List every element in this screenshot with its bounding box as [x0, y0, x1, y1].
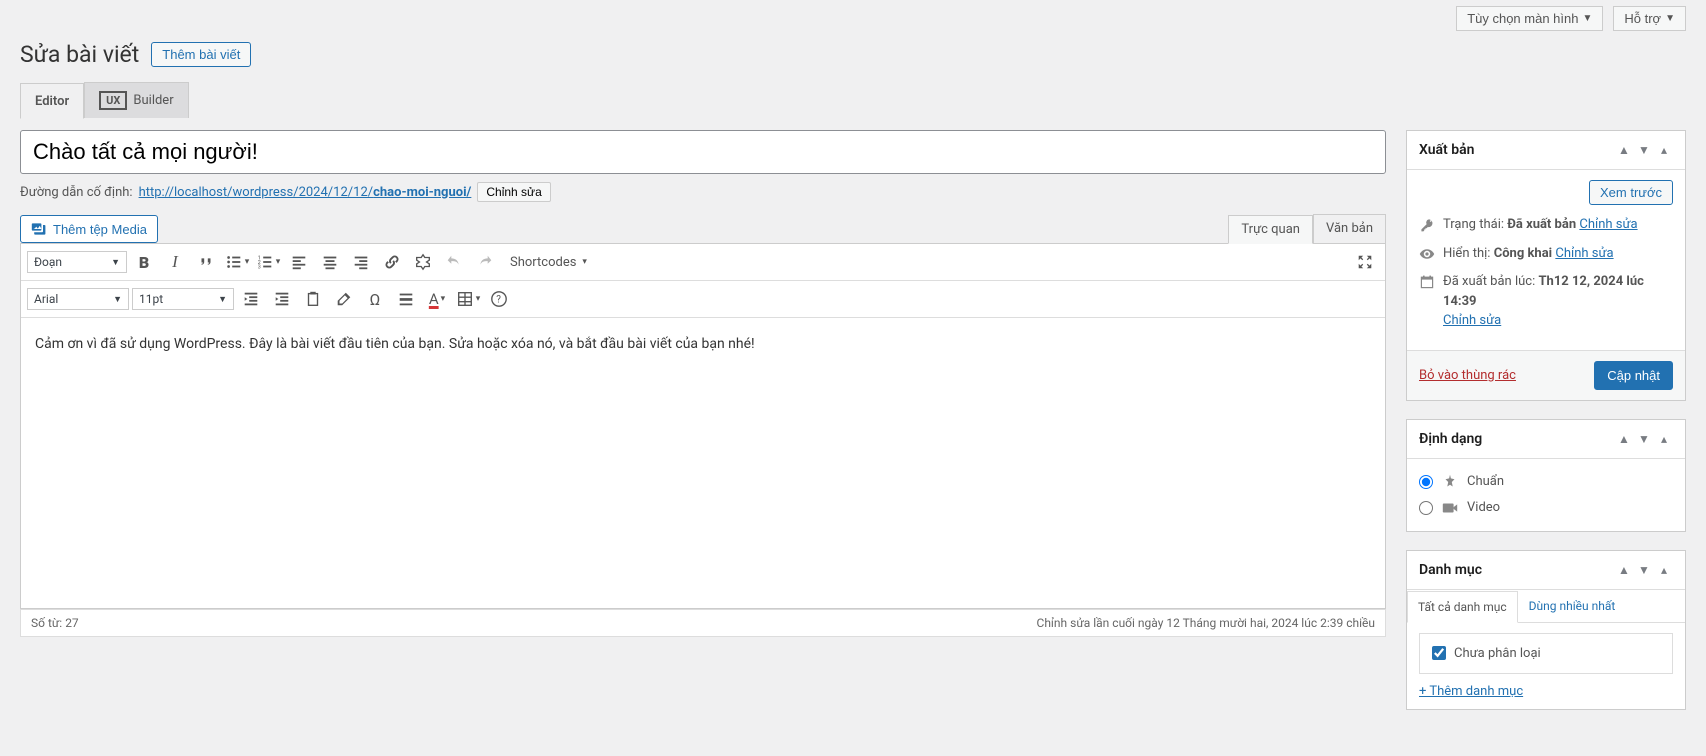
key-icon	[1419, 217, 1435, 233]
italic-button[interactable]: I	[161, 248, 189, 276]
bold-button[interactable]: B	[130, 248, 158, 276]
publish-date-edit-link[interactable]: Chỉnh sửa	[1443, 313, 1501, 328]
category-box-title: Danh mục	[1419, 562, 1482, 578]
trash-link[interactable]: Bỏ vào thùng rác	[1419, 368, 1516, 383]
special-char-button[interactable]: Ω	[361, 285, 389, 313]
indent-button[interactable]	[268, 285, 296, 313]
add-new-button[interactable]: Thêm bài viết	[151, 42, 251, 67]
permalink-label: Đường dẫn cố định:	[20, 185, 133, 200]
tab-text[interactable]: Văn bản	[1313, 214, 1386, 243]
svg-text:?: ?	[496, 295, 501, 306]
permalink-edit-button[interactable]: Chỉnh sửa	[477, 182, 550, 202]
category-tab-all[interactable]: Tất cả danh mục	[1407, 591, 1518, 623]
category-item-uncategorized[interactable]: Chưa phân loại	[1432, 646, 1660, 661]
paste-button[interactable]	[299, 285, 327, 313]
font-family-select[interactable]: Arial▼	[27, 288, 129, 310]
tab-ux-builder[interactable]: UX Builder	[84, 82, 188, 118]
update-button[interactable]: Cập nhật	[1594, 361, 1673, 390]
format-select[interactable]: Đoạn▼	[27, 251, 127, 273]
box-up-icon[interactable]: ▲	[1615, 561, 1633, 579]
add-category-link[interactable]: + Thêm danh mục	[1419, 684, 1523, 699]
video-icon	[1441, 499, 1459, 517]
format-box-title: Định dạng	[1419, 431, 1482, 447]
box-toggle-icon[interactable]: ▴	[1655, 430, 1673, 448]
permalink-link[interactable]: http://localhost/wordpress/2024/12/12/ch…	[139, 185, 472, 200]
font-size-select[interactable]: 11pt▼	[132, 288, 234, 310]
visibility-edit-link[interactable]: Chỉnh sửa	[1555, 246, 1613, 261]
post-title-input[interactable]	[20, 130, 1386, 174]
quote-button[interactable]	[192, 248, 220, 276]
status-edit-link[interactable]: Chỉnh sửa	[1579, 217, 1637, 232]
link-button[interactable]	[378, 248, 406, 276]
category-checkbox[interactable]	[1432, 646, 1446, 660]
redo-button[interactable]	[471, 248, 499, 276]
help-button[interactable]: Hỗ trợ▼	[1613, 6, 1686, 31]
box-down-icon[interactable]: ▼	[1635, 141, 1653, 159]
ul-button[interactable]: ▾	[223, 248, 251, 276]
screen-options-button[interactable]: Tùy chọn màn hình▼	[1456, 6, 1603, 31]
word-count: Số từ: 27	[31, 616, 79, 630]
align-left-button[interactable]	[285, 248, 313, 276]
category-tab-used[interactable]: Dùng nhiều nhất	[1518, 590, 1627, 622]
box-toggle-icon[interactable]: ▴	[1655, 141, 1673, 159]
calendar-icon	[1419, 274, 1435, 290]
tab-visual[interactable]: Trực quan	[1228, 215, 1313, 244]
page-title: Sửa bài viết	[20, 41, 139, 68]
box-down-icon[interactable]: ▼	[1635, 561, 1653, 579]
preview-button[interactable]: Xem trước	[1589, 180, 1673, 205]
category-box: Danh mục ▲▼▴ Tất cả danh mục Dùng nhiều …	[1406, 550, 1686, 710]
add-media-button[interactable]: Thêm tệp Media	[20, 215, 158, 243]
table-button[interactable]: ▾	[454, 285, 482, 313]
fullscreen-button[interactable]	[1351, 248, 1379, 276]
align-right-button[interactable]	[347, 248, 375, 276]
undo-button[interactable]	[440, 248, 468, 276]
ux-badge: UX	[99, 91, 127, 110]
ol-button[interactable]: 123▾	[254, 248, 282, 276]
format-video[interactable]: Video	[1419, 495, 1673, 521]
hr-button[interactable]	[392, 285, 420, 313]
last-edit: Chỉnh sửa lần cuối ngày 12 Tháng mười ha…	[1037, 616, 1375, 630]
align-center-button[interactable]	[316, 248, 344, 276]
pin-icon	[1441, 473, 1459, 491]
insert-button[interactable]	[409, 248, 437, 276]
publish-box: Xuất bản ▲▼▴ Xem trước Trạng thái: Đã xu…	[1406, 130, 1686, 401]
publish-box-title: Xuất bản	[1419, 142, 1474, 158]
format-box: Định dạng ▲▼▴ Chuẩn Video	[1406, 419, 1686, 532]
format-standard-radio[interactable]	[1419, 475, 1433, 489]
outdent-button[interactable]	[237, 285, 265, 313]
clear-format-button[interactable]	[330, 285, 358, 313]
eye-icon	[1419, 246, 1435, 262]
help-icon-button[interactable]: ?	[485, 285, 513, 313]
format-video-radio[interactable]	[1419, 501, 1433, 515]
editor-content[interactable]: Cảm ơn vì đã sử dụng WordPress. Đây là b…	[21, 318, 1385, 608]
box-down-icon[interactable]: ▼	[1635, 430, 1653, 448]
media-icon	[31, 221, 47, 237]
text-color-button[interactable]: A▾	[423, 285, 451, 313]
format-standard[interactable]: Chuẩn	[1419, 469, 1673, 495]
shortcodes-button[interactable]: Shortcodes▾	[502, 255, 595, 270]
box-toggle-icon[interactable]: ▴	[1655, 561, 1673, 579]
box-up-icon[interactable]: ▲	[1615, 141, 1633, 159]
tab-editor[interactable]: Editor	[20, 83, 84, 119]
svg-text:3: 3	[258, 264, 261, 270]
box-up-icon[interactable]: ▲	[1615, 430, 1633, 448]
